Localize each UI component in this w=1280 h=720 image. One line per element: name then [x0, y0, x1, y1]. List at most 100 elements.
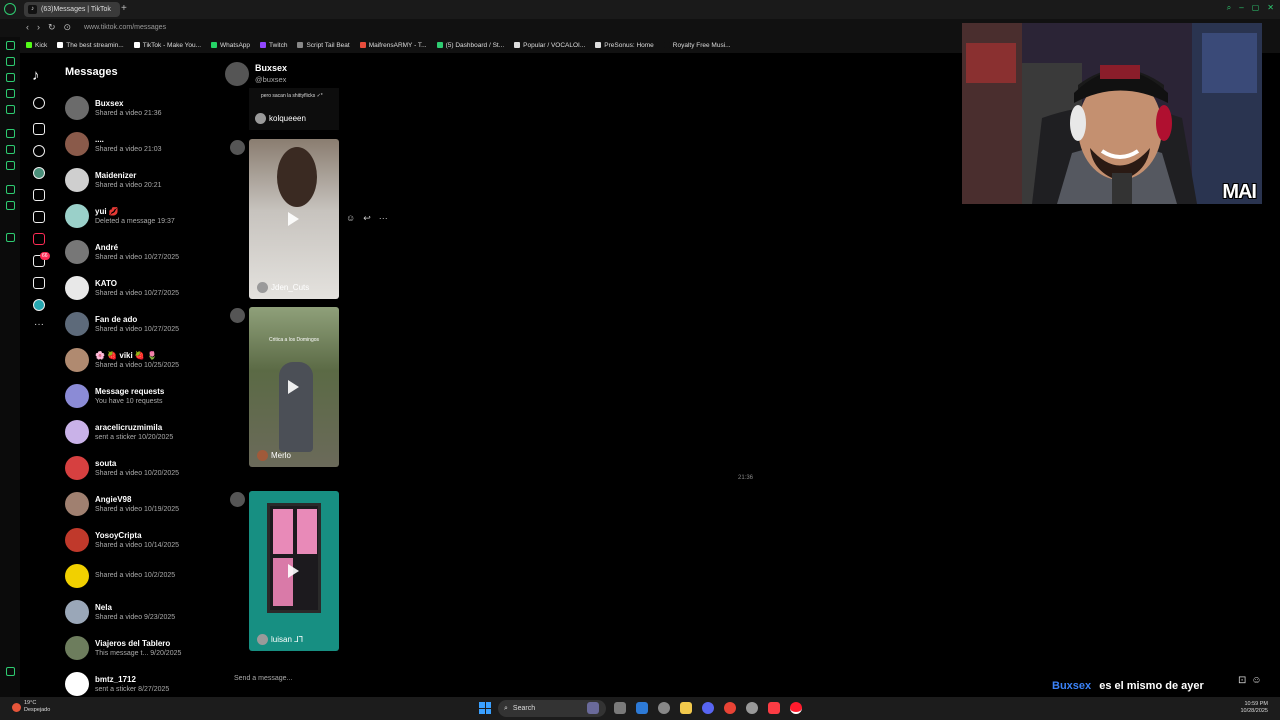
explore-icon[interactable]: [33, 145, 45, 157]
weather-widget[interactable]: 19°C Despejado: [12, 700, 50, 714]
conversation-list: Buxsex Shared a video 21:36.... Shared a v…: [60, 90, 220, 702]
messages-icon[interactable]: [33, 233, 45, 245]
music-icon[interactable]: [768, 702, 780, 714]
profile-icon[interactable]: [33, 299, 45, 311]
side-rail-app-icon[interactable]: [6, 89, 15, 98]
opera-gx-icon[interactable]: [790, 702, 802, 714]
discord-icon[interactable]: [702, 702, 714, 714]
bookmark-item[interactable]: Twitch: [260, 42, 287, 49]
new-tab-icon[interactable]: +: [121, 3, 127, 14]
system-clock[interactable]: 10:59 PM 10/28/2025: [1240, 701, 1268, 715]
settings-icon[interactable]: [746, 702, 758, 714]
search-tabs-icon[interactable]: ⌕: [1227, 3, 1231, 13]
file-explorer-icon[interactable]: [680, 702, 692, 714]
conversation-item[interactable]: KATO Shared a video 10/27/2025: [60, 270, 220, 306]
conversation-item[interactable]: Message requests You have 10 requests: [60, 378, 220, 414]
shared-video-card[interactable]: luisan ⅃⅂: [249, 491, 339, 651]
side-rail-app-icon[interactable]: [6, 185, 15, 194]
play-icon[interactable]: [288, 380, 299, 394]
shared-video-card[interactable]: Jden_Cuts: [249, 139, 339, 299]
bookmark-item[interactable]: Popular / VOCALOI...: [514, 42, 585, 49]
conversation-item[interactable]: Viajeros del Tablero This message t... 9/…: [60, 630, 220, 666]
browser-tab[interactable]: ♪ (63)Messages | TikTok: [24, 2, 120, 17]
play-icon[interactable]: [288, 212, 299, 226]
home-icon[interactable]: [33, 123, 45, 135]
browser-logo-icon[interactable]: [4, 3, 16, 15]
tiktok-logo-icon[interactable]: ♪: [32, 67, 40, 84]
side-rail-app-icon[interactable]: [6, 73, 15, 82]
conversation-item[interactable]: André Shared a video 10/27/2025: [60, 234, 220, 270]
conversation-preview: Shared a video 10/20/2025: [95, 469, 180, 477]
bookmark-item[interactable]: MaifrensARMY - T...: [359, 42, 427, 49]
bookmark-label: Script Tail Beat: [306, 41, 350, 49]
obs-icon[interactable]: [658, 702, 670, 714]
more-options-icon[interactable]: ···: [379, 213, 388, 224]
forward-icon[interactable]: ›: [37, 22, 40, 33]
message-input[interactable]: Send a message...: [234, 675, 292, 682]
side-rail-app-icon[interactable]: [6, 667, 15, 676]
side-rail-app-icon[interactable]: [6, 129, 15, 138]
site-info-icon[interactable]: ⊙: [64, 22, 72, 33]
more-icon[interactable]: ···: [34, 319, 44, 330]
bookmark-item[interactable]: Script Tail Beat: [297, 41, 350, 49]
conversation-item[interactable]: AngieV98 Shared a video 10/19/2025: [60, 486, 220, 522]
side-rail-app-icon[interactable]: [6, 145, 15, 154]
conversation-item[interactable]: souta Shared a video 10/20/2025: [60, 450, 220, 486]
reply-icon[interactable]: ↩: [363, 213, 371, 224]
bookmark-item[interactable]: Royalty Free Musi...: [663, 42, 731, 49]
maximize-icon[interactable]: ▢: [1252, 3, 1260, 13]
shared-video-card[interactable]: Critica a los Domingos Merlo: [249, 307, 339, 467]
bookmark-item[interactable]: The best streamin...: [57, 42, 124, 49]
chrome-icon[interactable]: [724, 702, 736, 714]
play-icon[interactable]: [288, 564, 299, 578]
upload-icon[interactable]: [33, 277, 45, 289]
conversation-preview: This message t... 9/20/2025: [95, 649, 182, 657]
side-rail-app-icon[interactable]: [6, 57, 15, 66]
search-icon[interactable]: [33, 97, 45, 109]
conversation-item[interactable]: Shared a video 10/2/2025: [60, 558, 220, 594]
side-rail-app-icon[interactable]: [6, 201, 15, 210]
conversation-item[interactable]: 🌸 🍓 viki 🍓 🌷 Shared a video 10/25/2025: [60, 342, 220, 378]
conversation-item[interactable]: aracelicruzmimila sent a sticker 10/20/20…: [60, 414, 220, 450]
copilot-icon[interactable]: [587, 702, 599, 714]
sender-avatar[interactable]: [230, 492, 245, 507]
reload-icon[interactable]: ↻: [48, 22, 56, 33]
emoji-icon[interactable]: ☺: [1251, 675, 1261, 686]
image-upload-icon[interactable]: ⊡: [1238, 675, 1246, 686]
url-field[interactable]: www.tiktok.com/messages: [84, 24, 166, 31]
conversation-item[interactable]: Buxsex Shared a video 21:36: [60, 90, 220, 126]
conversation-item[interactable]: Nela Shared a video 9/23/2025: [60, 594, 220, 630]
chat-name[interactable]: Buxsex: [255, 63, 287, 73]
bookmark-item[interactable]: PreSonus: Home: [595, 42, 654, 49]
back-icon[interactable]: ‹: [26, 22, 29, 33]
conversation-item[interactable]: Maidenizer Shared a video 20:21: [60, 162, 220, 198]
side-rail-app-icon[interactable]: [6, 41, 15, 50]
edge-icon[interactable]: [636, 702, 648, 714]
bookmark-item[interactable]: (5) Dashboard / St...: [436, 42, 504, 49]
react-icon[interactable]: ☺: [346, 213, 355, 224]
close-icon[interactable]: ✕: [1267, 3, 1274, 13]
following-icon[interactable]: [33, 167, 45, 179]
conversation-item[interactable]: yui 💋 Deleted a message 19:37: [60, 198, 220, 234]
sender-avatar[interactable]: [230, 308, 245, 323]
bookmark-item[interactable]: Kick: [26, 42, 47, 49]
sender-avatar[interactable]: [230, 140, 245, 155]
conversation-item[interactable]: Fan de ado Shared a video 10/27/2025: [60, 306, 220, 342]
conversation-name: 🌸 🍓 viki 🍓 🌷: [95, 350, 158, 360]
conversation-item[interactable]: YosoyCripta Shared a video 10/14/2025: [60, 522, 220, 558]
side-rail-app-icon[interactable]: [6, 161, 15, 170]
task-view-icon[interactable]: [614, 702, 626, 714]
side-rail-app-icon[interactable]: [6, 105, 15, 114]
start-icon[interactable]: [479, 702, 491, 714]
minimize-icon[interactable]: –: [1239, 3, 1243, 13]
friends-icon[interactable]: [33, 189, 45, 201]
bookmark-label: Kick: [35, 41, 48, 49]
webcam-image: [962, 23, 1262, 204]
side-rail-app-icon[interactable]: [6, 233, 15, 242]
shared-video-card[interactable]: pero sacan la shittyflicks ✓* kolqueeen: [249, 88, 339, 130]
bookmark-item[interactable]: WhatsApp: [211, 42, 250, 49]
chat-avatar[interactable]: [225, 62, 249, 86]
live-icon[interactable]: [33, 211, 45, 223]
conversation-item[interactable]: .... Shared a video 21:03: [60, 126, 220, 162]
bookmark-item[interactable]: TikTok - Make You...: [133, 42, 201, 49]
